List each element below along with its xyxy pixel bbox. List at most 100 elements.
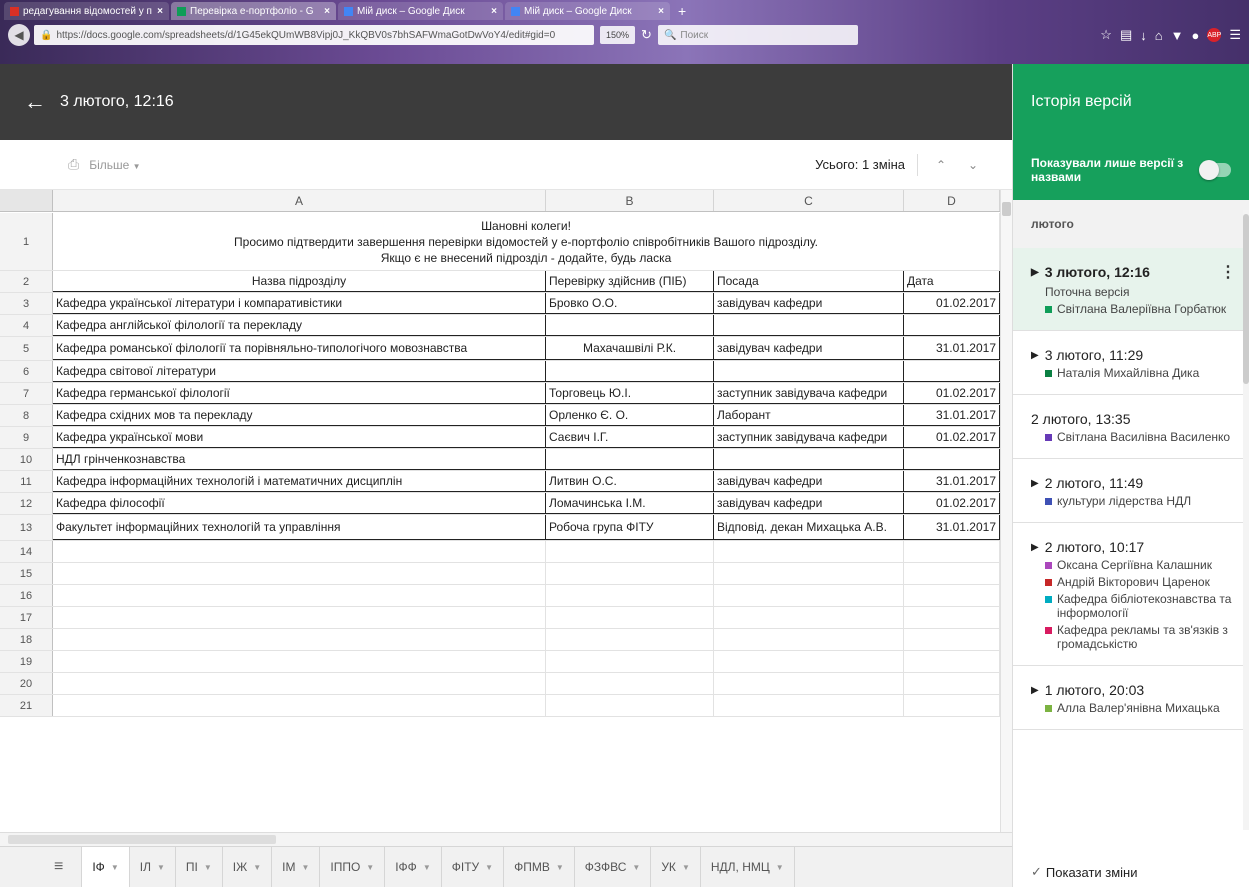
grid-cell[interactable]: Махачашвілі Р.К. xyxy=(546,337,714,360)
row-number[interactable]: 17 xyxy=(0,607,53,628)
grid-cell[interactable]: 01.02.2017 xyxy=(904,383,1000,404)
grid-cell[interactable] xyxy=(714,361,904,382)
more-menu-button[interactable]: Більше ▼ xyxy=(89,158,140,172)
grid-cell[interactable] xyxy=(546,651,714,672)
grid-cell[interactable] xyxy=(53,673,546,694)
grid-cell[interactable]: Кафедра англійської філології та перекла… xyxy=(53,315,546,336)
print-icon[interactable]: ⎙ xyxy=(68,156,79,173)
chevron-down-icon[interactable]: ▼ xyxy=(366,863,374,872)
grid-cell[interactable]: Орленко Є. О. xyxy=(546,405,714,426)
row-number[interactable]: 5 xyxy=(0,337,53,360)
version-title[interactable]: ▶ 1 лютого, 20:03 xyxy=(1031,682,1234,698)
grid-cell[interactable] xyxy=(904,563,1000,584)
grid-cell[interactable] xyxy=(53,585,546,606)
grid-cell[interactable]: Лаборант xyxy=(714,405,904,426)
browser-tab[interactable]: Перевірка е-портфоліо - G × xyxy=(171,2,336,20)
column-header-d[interactable]: D xyxy=(904,190,1000,211)
row-number[interactable]: 13 xyxy=(0,515,53,540)
sheet-tab[interactable]: ІМ ▼ xyxy=(272,847,321,887)
grid-cell[interactable] xyxy=(546,629,714,650)
grid-cell[interactable]: 01.02.2017 xyxy=(904,293,1000,314)
zoom-level[interactable]: 150% xyxy=(600,26,636,44)
grid-cell[interactable] xyxy=(904,585,1000,606)
chevron-down-icon[interactable]: ▼ xyxy=(301,863,309,872)
expand-triangle-icon[interactable]: ▶ xyxy=(1031,350,1039,361)
chevron-down-icon[interactable]: ▼ xyxy=(632,863,640,872)
menu-icon[interactable]: ☰ xyxy=(1229,27,1241,43)
expand-triangle-icon[interactable]: ▶ xyxy=(1031,478,1039,489)
grid-cell[interactable] xyxy=(714,695,904,716)
version-title[interactable]: ▶2 лютого, 13:35 xyxy=(1031,411,1234,427)
version-title[interactable]: ▶ 2 лютого, 10:17 xyxy=(1031,539,1234,555)
browser-tab[interactable]: Мій диск – Google Диск × xyxy=(505,2,670,20)
expand-triangle-icon[interactable]: ▶ xyxy=(1031,542,1039,553)
all-sheets-icon[interactable]: ≡ xyxy=(54,858,63,876)
back-arrow-icon[interactable]: ← xyxy=(24,91,46,113)
sheet-tab[interactable]: ІППО ▼ xyxy=(320,847,386,887)
version-item[interactable]: ▶ 3 лютого, 12:16 Поточна версія Світлана В… xyxy=(1013,248,1248,331)
horizontal-scrollbar-thumb[interactable] xyxy=(8,835,276,844)
row-number[interactable]: 4 xyxy=(0,315,53,336)
grid-cell[interactable]: Назва підрозділу xyxy=(53,271,546,292)
adblock-icon[interactable]: ABP xyxy=(1207,28,1221,42)
reload-icon[interactable]: ↻ xyxy=(641,27,652,43)
row-number[interactable]: 21 xyxy=(0,695,53,716)
version-item[interactable]: ▶ 2 лютого, 11:49 культури лідерства НДЛ xyxy=(1013,459,1248,523)
grid-cell[interactable]: завідувач кафедри xyxy=(714,337,904,360)
chevron-down-icon[interactable]: ▼ xyxy=(423,863,431,872)
grid-cell[interactable] xyxy=(904,315,1000,336)
grid-cell[interactable] xyxy=(714,651,904,672)
grid-cell[interactable] xyxy=(904,607,1000,628)
pocket-icon[interactable]: ▼ xyxy=(1171,28,1184,43)
version-title[interactable]: ▶ 3 лютого, 11:29 xyxy=(1031,347,1234,363)
grid-cell[interactable]: Ломачинська І.М. xyxy=(546,493,714,514)
row-number[interactable]: 8 xyxy=(0,405,53,426)
sheet-tab[interactable]: ІФ ▼ xyxy=(81,847,130,887)
chevron-down-icon[interactable]: ▼ xyxy=(157,863,165,872)
chevron-down-icon[interactable]: ▼ xyxy=(556,863,564,872)
row-number[interactable]: 11 xyxy=(0,471,53,492)
grid-cell[interactable] xyxy=(53,563,546,584)
grid-cell[interactable]: НДЛ грінченкознавства xyxy=(53,449,546,470)
row-number[interactable]: 18 xyxy=(0,629,53,650)
grid-cell[interactable]: Дата xyxy=(904,271,1000,292)
grid-cell[interactable]: Перевірку здійснив (ПІБ) xyxy=(546,271,714,292)
grid-cell[interactable]: 01.02.2017 xyxy=(904,493,1000,514)
grid-cell[interactable] xyxy=(546,449,714,470)
grid-cell[interactable] xyxy=(53,607,546,628)
download-icon[interactable]: ↓ xyxy=(1140,28,1147,43)
row-number[interactable]: 14 xyxy=(0,541,53,562)
grid-cell[interactable]: завідувач кафедри xyxy=(714,493,904,514)
grid-cell[interactable] xyxy=(53,629,546,650)
chevron-down-icon[interactable]: ▼ xyxy=(776,863,784,872)
grid-cell[interactable] xyxy=(904,673,1000,694)
grid-cell[interactable] xyxy=(53,541,546,562)
grid-cell[interactable] xyxy=(546,361,714,382)
grid-cell[interactable]: завідувач кафедри xyxy=(714,471,904,492)
version-title[interactable]: ▶ 2 лютого, 11:49 xyxy=(1031,475,1234,491)
browser-tab[interactable]: Мій диск – Google Диск × xyxy=(338,2,503,20)
previous-change-icon[interactable]: ⌃ xyxy=(930,158,952,172)
grid-cell[interactable]: Торговець Ю.І. xyxy=(546,383,714,404)
new-tab-button[interactable]: + xyxy=(678,2,686,20)
version-item[interactable]: ▶ 1 лютого, 20:03 Алла Валер'янівна Михаць… xyxy=(1013,666,1248,730)
grid-cell[interactable] xyxy=(904,629,1000,650)
grid-cell[interactable]: 01.02.2017 xyxy=(904,427,1000,448)
browser-search-input[interactable]: 🔍 Поиск xyxy=(657,25,858,45)
grid-cell[interactable] xyxy=(904,651,1000,672)
grid-cell[interactable]: завідувач кафедри xyxy=(714,293,904,314)
grid-cell[interactable] xyxy=(904,449,1000,470)
grid-cell[interactable] xyxy=(53,695,546,716)
expand-triangle-icon[interactable]: ▶ xyxy=(1031,267,1039,278)
row-number[interactable]: 9 xyxy=(0,427,53,448)
grid-cell[interactable] xyxy=(904,361,1000,382)
sheet-tab[interactable]: УК ▼ xyxy=(651,847,701,887)
horizontal-scrollbar[interactable] xyxy=(0,832,1012,846)
grid-cell[interactable]: Кафедра германської філології xyxy=(53,383,546,404)
grid-cell[interactable]: Кафедра філософії xyxy=(53,493,546,514)
row-number[interactable]: 12 xyxy=(0,493,53,514)
row-number[interactable]: 10 xyxy=(0,449,53,470)
spreadsheet-grid[interactable]: A B C D 1 Шановні колеги! Просимо підтверд… xyxy=(0,190,1012,836)
vertical-scrollbar[interactable] xyxy=(1000,190,1012,836)
grid-cell[interactable]: Кафедра східних мов та перекладу xyxy=(53,405,546,426)
